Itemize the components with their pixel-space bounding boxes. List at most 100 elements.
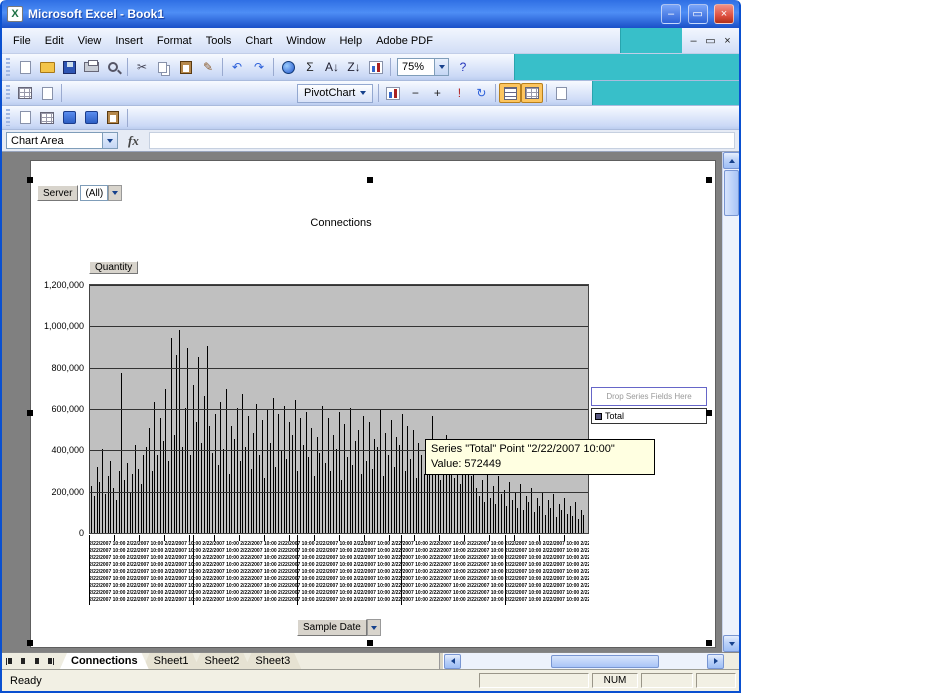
bar[interactable] (418, 443, 420, 533)
bar[interactable] (440, 480, 442, 533)
previous-sheet-button[interactable] (16, 653, 30, 669)
bar[interactable] (481, 480, 483, 533)
bar[interactable] (203, 396, 205, 533)
bar[interactable] (220, 402, 222, 533)
bar[interactable] (91, 486, 92, 533)
bar[interactable] (553, 494, 554, 533)
bar[interactable] (236, 408, 238, 533)
selection-handle[interactable] (367, 640, 373, 646)
menu-window[interactable]: Window (279, 32, 332, 50)
bar[interactable] (544, 515, 546, 533)
bar[interactable] (217, 465, 219, 533)
bar[interactable] (484, 502, 486, 533)
bar[interactable] (96, 467, 98, 533)
blue-tool-2-icon[interactable] (80, 108, 102, 128)
bar[interactable] (146, 447, 147, 533)
bar[interactable] (99, 482, 101, 533)
bar[interactable] (385, 433, 387, 533)
bar[interactable] (135, 445, 136, 533)
bar[interactable] (308, 457, 310, 533)
bar[interactable] (253, 433, 255, 533)
bar[interactable] (583, 515, 585, 533)
bar[interactable] (198, 357, 200, 533)
sort-ascending-icon[interactable]: A↓ (321, 57, 343, 77)
bar[interactable] (162, 441, 164, 533)
selection-handle[interactable] (706, 410, 712, 416)
bar[interactable] (368, 422, 370, 533)
bar[interactable] (176, 355, 178, 533)
bar[interactable] (184, 408, 186, 533)
bar[interactable] (258, 455, 260, 533)
server-filter-dropdown-icon[interactable] (108, 185, 123, 201)
bar[interactable] (388, 455, 389, 533)
bar[interactable] (355, 441, 356, 533)
bar[interactable] (286, 459, 288, 533)
insert-function-button[interactable]: fx (123, 133, 144, 149)
plot-area[interactable] (89, 284, 589, 534)
bar[interactable] (514, 492, 516, 533)
bar[interactable] (564, 498, 565, 533)
sheet-tab-sheet3[interactable]: Sheet3 (244, 653, 301, 669)
bar[interactable] (539, 506, 541, 533)
bar[interactable] (297, 471, 299, 533)
bar[interactable] (415, 478, 417, 533)
bar[interactable] (423, 474, 425, 533)
save-icon[interactable] (58, 57, 80, 77)
bar[interactable] (379, 410, 381, 533)
bar[interactable] (374, 439, 376, 533)
bar[interactable] (305, 412, 307, 533)
bar[interactable] (223, 449, 224, 533)
copy-icon[interactable] (153, 57, 175, 77)
bar[interactable] (283, 406, 285, 533)
menu-help[interactable]: Help (332, 32, 369, 50)
bar[interactable] (371, 469, 373, 533)
sample-date-dropdown-icon[interactable] (366, 619, 381, 636)
toolbar-grip-icon[interactable] (6, 84, 10, 102)
bar[interactable] (118, 471, 120, 533)
server-field-button[interactable]: Server (37, 185, 79, 201)
selection-handle[interactable] (367, 177, 373, 183)
field-list-icon[interactable] (499, 83, 522, 103)
horizontal-scroll-thumb[interactable] (551, 654, 659, 668)
redo-icon[interactable]: ↷ (248, 57, 270, 77)
bar[interactable] (407, 426, 409, 533)
bar[interactable] (382, 476, 384, 533)
bar[interactable] (517, 508, 519, 533)
bar[interactable] (561, 510, 563, 533)
bar[interactable] (102, 449, 103, 533)
bar[interactable] (115, 500, 117, 533)
bar[interactable] (129, 492, 131, 533)
undo-icon[interactable]: ↶ (226, 57, 248, 77)
bar[interactable] (137, 469, 139, 533)
selection-handle[interactable] (27, 410, 33, 416)
bar[interactable] (410, 459, 411, 533)
bar[interactable] (113, 488, 114, 533)
quantity-field-button[interactable]: Quantity (89, 261, 139, 274)
bar[interactable] (256, 404, 257, 533)
bar[interactable] (448, 471, 450, 533)
next-sheet-button[interactable] (30, 653, 44, 669)
bar[interactable] (434, 469, 436, 533)
scroll-down-icon[interactable] (723, 635, 739, 652)
bar[interactable] (454, 478, 455, 533)
bar[interactable] (250, 469, 252, 533)
bar[interactable] (195, 422, 197, 533)
last-sheet-button[interactable] (44, 653, 58, 669)
bar[interactable] (104, 494, 106, 533)
bar[interactable] (511, 500, 513, 533)
bar[interactable] (192, 385, 194, 533)
bar[interactable] (272, 398, 274, 533)
open-icon[interactable] (36, 57, 58, 77)
bar[interactable] (245, 447, 246, 533)
menu-tools[interactable]: Tools (199, 32, 239, 50)
help-icon[interactable]: ? (452, 57, 474, 77)
drop-series-fields-zone[interactable]: Drop Series Fields Here (591, 387, 707, 406)
bar[interactable] (338, 412, 340, 533)
bar[interactable] (319, 453, 321, 533)
bar[interactable] (201, 443, 202, 533)
format-painter-icon[interactable]: ✎ (197, 57, 219, 77)
bar[interactable] (242, 394, 244, 533)
bar[interactable] (577, 519, 579, 533)
bar[interactable] (465, 467, 466, 533)
scroll-right-icon[interactable] (707, 653, 724, 669)
